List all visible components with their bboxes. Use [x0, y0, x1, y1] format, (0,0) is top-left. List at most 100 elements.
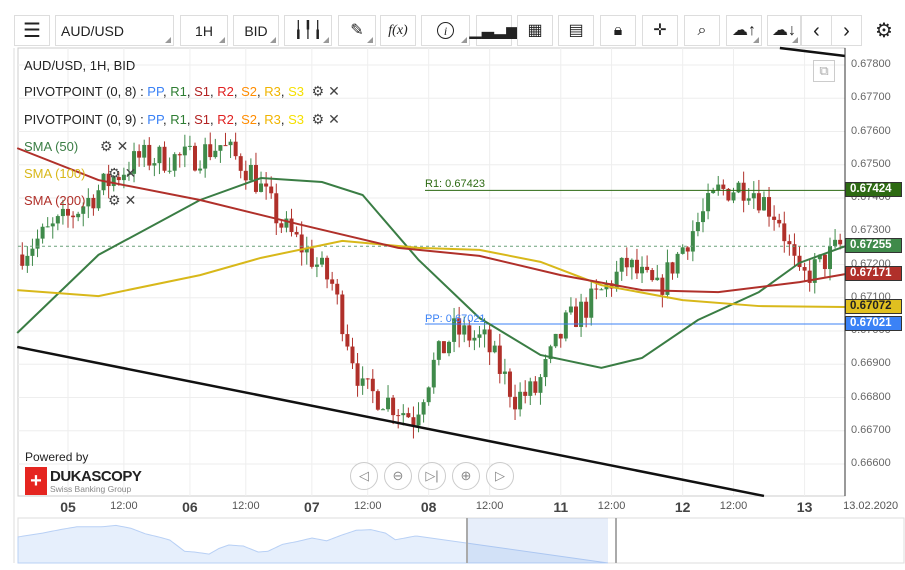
candle-body [645, 266, 650, 271]
candle-body [259, 183, 264, 192]
candle-body [375, 391, 380, 410]
time-tick-label: 11 [553, 499, 569, 515]
candle-body [380, 409, 385, 411]
time-tick-label: 12:00 [597, 500, 626, 512]
price-tick-label: 0.66800 [851, 390, 891, 403]
candle-body [675, 253, 680, 274]
gear-icon[interactable]: ⚙ [108, 165, 121, 181]
gear-icon[interactable]: ⚙ [100, 138, 113, 154]
candle-body [828, 246, 832, 270]
candle-body [513, 396, 518, 410]
candle-body [233, 141, 238, 157]
candle-body [787, 241, 792, 245]
candle-body [640, 266, 645, 274]
price-tag: 0.67021 [845, 316, 902, 332]
pivot-parts: PP, R1, S1, R2, S2, R3, S3 [147, 112, 304, 127]
candle-body [142, 144, 147, 158]
time-tick-label: 07 [304, 499, 320, 515]
nav-scroll-left-button[interactable]: ◁ [350, 462, 378, 490]
candle-body [492, 345, 497, 353]
candle-body [701, 211, 705, 223]
sma-label: SMA (200) [24, 193, 86, 208]
r1-annotation: R1: 0.67423 [425, 178, 485, 190]
candle-body [756, 193, 761, 211]
candle-body [45, 226, 50, 228]
pivot-part-pp: PP [147, 112, 163, 127]
candle-body [40, 226, 45, 239]
popout-button[interactable]: ⧉ [813, 60, 835, 82]
candle-body [238, 156, 243, 171]
gear-icon[interactable]: ⚙ [312, 111, 325, 127]
branding: Powered by + DUKASCOPY Swiss Banking Gro… [25, 450, 142, 495]
candle-body [584, 301, 589, 318]
time-tick-label: 12:00 [353, 500, 382, 512]
candle-body [137, 151, 142, 158]
candle-body [660, 277, 665, 295]
candle-body [208, 144, 213, 158]
candle-body [782, 223, 787, 242]
candle-body [497, 345, 502, 374]
candle-body [477, 334, 482, 338]
legend-sma-100: SMA (100) ⚙ ✕ [24, 165, 136, 182]
candle-body [279, 223, 284, 228]
nav-zoom-in-button[interactable]: ⊕ [452, 462, 480, 490]
pp-annotation: PP: 0.67021 [425, 313, 486, 325]
candle-body [502, 371, 507, 374]
price-tick-label: 0.66700 [851, 423, 891, 436]
price-tick-label: 0.67300 [851, 224, 891, 237]
candle-body [406, 413, 411, 418]
price-tag: 0.67072 [845, 299, 902, 315]
candle-body [624, 257, 629, 268]
candle-body [182, 146, 187, 156]
pivot-part-r3: R3 [264, 112, 281, 127]
candle-body [670, 262, 675, 274]
price-tag: 0.67171 [845, 266, 902, 282]
brand-sub: Swiss Banking Group [50, 483, 132, 494]
price-tick-label: 0.67700 [851, 91, 891, 104]
close-icon[interactable]: ✕ [328, 111, 340, 127]
pivot-part-s1: S1 [194, 112, 210, 127]
candle-body [518, 391, 523, 410]
close-icon[interactable]: ✕ [328, 83, 340, 99]
gear-icon[interactable]: ⚙ [108, 192, 121, 208]
candle-body [528, 381, 533, 396]
candle-body [767, 197, 772, 217]
nav-zoom-out-button[interactable]: ⊖ [384, 462, 412, 490]
candle-body [599, 289, 604, 291]
candle-body [391, 397, 396, 416]
candle-body [706, 193, 711, 212]
candle-body [309, 248, 314, 267]
candle-body [833, 239, 838, 247]
price-tick-label: 0.66900 [851, 357, 891, 370]
pivot-part-r3: R3 [264, 84, 281, 99]
pivot-part-pp: PP [147, 84, 163, 99]
candle-body [447, 341, 451, 354]
candle-body [35, 238, 40, 249]
candle-body [401, 413, 406, 416]
candle-body [147, 144, 152, 166]
nav-go-to-end-button[interactable]: ▷| [418, 462, 446, 490]
candle-body [60, 208, 65, 217]
time-tick-label: 05 [60, 499, 76, 515]
time-tick-label: 12:00 [110, 500, 138, 512]
time-tick-label: 12:00 [232, 500, 260, 512]
candle-body [462, 325, 467, 335]
candle-body [30, 248, 35, 256]
candle-body [802, 267, 807, 271]
close-icon[interactable]: ✕ [125, 192, 137, 208]
pivot-part-s2: S2 [241, 112, 257, 127]
pivot-part-s3: S3 [288, 84, 304, 99]
candle-body [426, 387, 431, 403]
close-icon[interactable]: ✕ [125, 165, 137, 181]
gear-icon[interactable]: ⚙ [312, 83, 325, 99]
pivot-sep: : [136, 112, 148, 127]
nav-scroll-right-button[interactable]: ▷ [486, 462, 514, 490]
price-tag: 0.67424 [845, 182, 902, 198]
candle-body [736, 182, 741, 193]
candle-body [330, 279, 335, 284]
candle-body [157, 146, 162, 164]
candle-body [218, 145, 223, 151]
time-tick-label: 13.02.2020 [843, 500, 899, 512]
close-icon[interactable]: ✕ [117, 138, 129, 154]
candle-body [203, 144, 208, 169]
